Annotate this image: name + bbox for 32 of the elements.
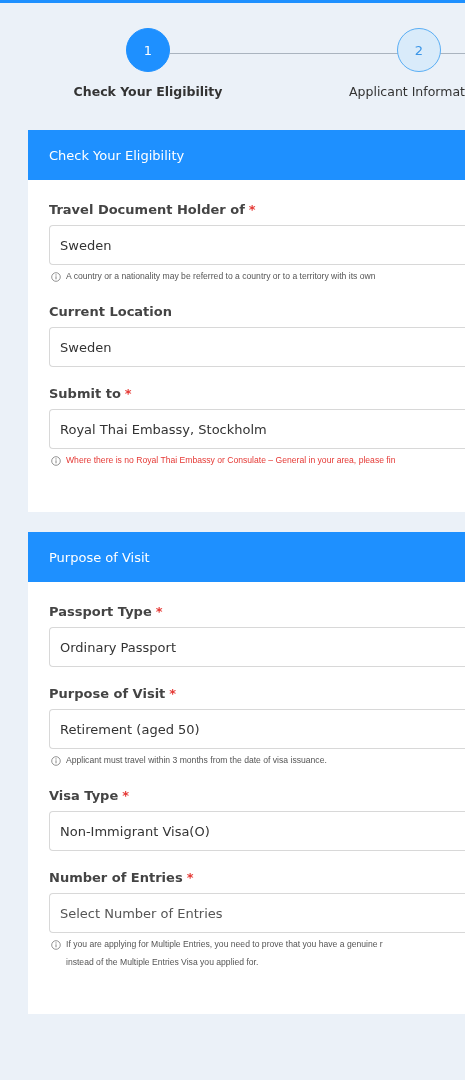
info-icon	[51, 756, 61, 766]
hint-text: Applicant must travel within 3 months from the date of visa issuance.	[66, 754, 327, 767]
info-icon	[51, 940, 61, 950]
info-icon	[51, 272, 61, 282]
select-field[interactable]: Sweden	[49, 225, 465, 265]
required-mark: *	[124, 386, 132, 401]
field-label: Travel Document Holder of	[49, 202, 245, 217]
select-field[interactable]: Select Number of Entries	[49, 893, 465, 933]
field-label: Current Location	[49, 304, 172, 319]
select-field[interactable]: Sweden	[49, 327, 465, 367]
required-mark: *	[186, 870, 194, 885]
select-field[interactable]: Retirement (aged 50)	[49, 709, 465, 749]
hint-text: A country or a nationality may be referred to a country or to a territory with its own	[66, 270, 376, 283]
required-mark: *	[248, 202, 256, 217]
field-label: Visa Type	[49, 788, 119, 803]
hint-text: Where there is no Royal Thai Embassy or Consulate – General in your area, please fin	[66, 454, 396, 467]
field-label: Passport Type	[49, 604, 152, 619]
select-field[interactable]: Ordinary Passport	[49, 627, 465, 667]
select-field[interactable]: Royal Thai Embassy, Stockholm	[49, 409, 465, 449]
field-label: Purpose of Visit	[49, 686, 166, 701]
required-mark: *	[155, 604, 163, 619]
select-field[interactable]: Non-Immigrant Visa(O)	[49, 811, 465, 851]
required-mark: *	[169, 686, 177, 701]
step-label: Check Your Eligibility	[73, 84, 223, 99]
field-label: Number of Entries	[49, 870, 183, 885]
section-header: Check Your Eligibility	[28, 130, 465, 180]
hint-text: If you are applying for Multiple Entries, you need to prove that you have a genuine r instead of the Multiple Entries Visa you applied for.	[66, 938, 383, 969]
field-label: Submit to	[49, 386, 121, 401]
section-header: Purpose of Visit	[28, 532, 465, 582]
info-icon	[51, 456, 61, 466]
step-label: Applicant Informat	[349, 84, 465, 99]
required-mark: *	[122, 788, 130, 803]
